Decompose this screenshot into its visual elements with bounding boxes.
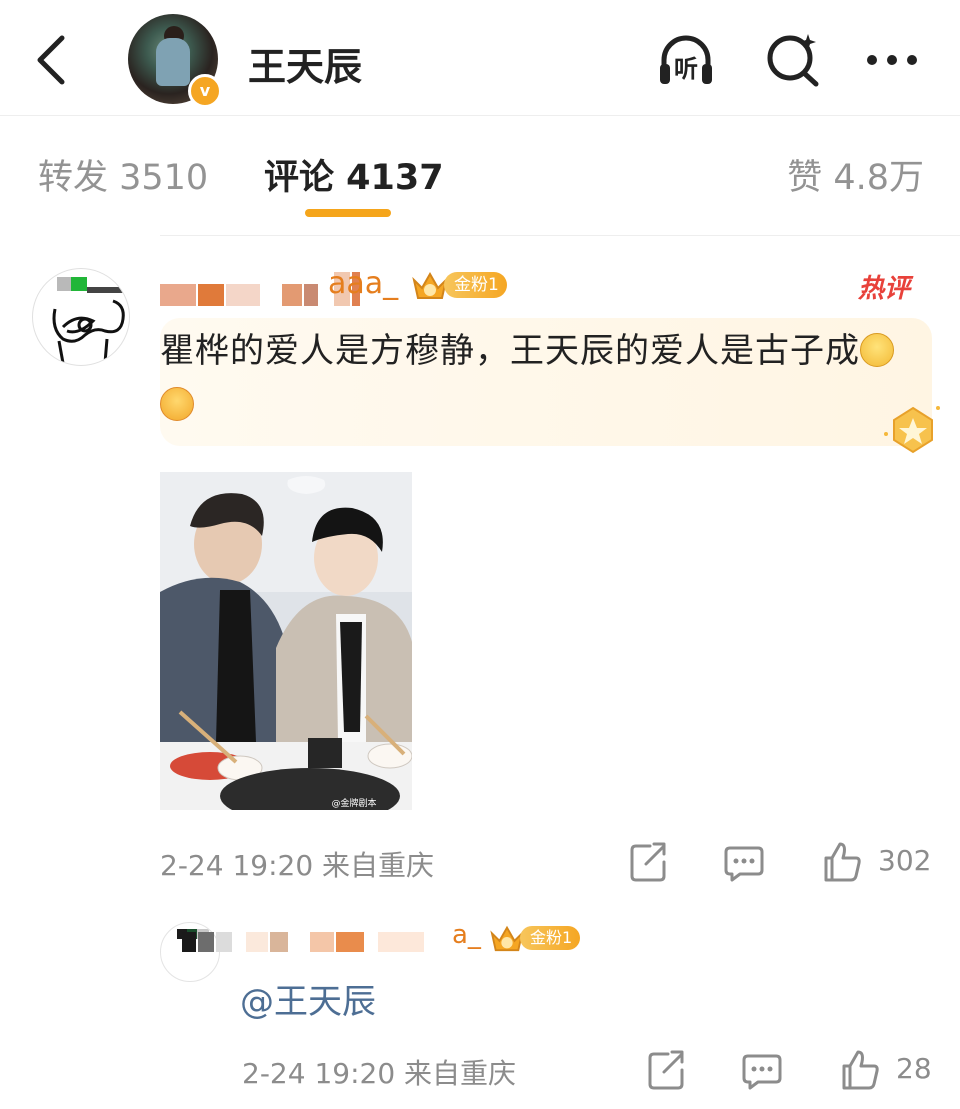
fan-level-badge: 金粉1 <box>410 268 507 302</box>
divider <box>160 235 960 236</box>
active-tab-indicator <box>305 209 391 217</box>
reply-location: 来自重庆 <box>404 1057 517 1090</box>
tab-repost[interactable]: 转发 3510 <box>38 149 208 200</box>
comment-meta: 2-24 19:20 来自重庆 <box>160 844 434 884</box>
verified-badge: v <box>188 74 222 108</box>
page-title: 王天辰 <box>248 45 363 89</box>
listen-headphones-icon[interactable]: 听 <box>656 30 716 88</box>
like-thumb-icon[interactable] <box>822 838 862 884</box>
top-bar: v 王天辰 听 <box>0 0 960 116</box>
photo-watermark: @金牌剧本 <box>331 797 376 809</box>
back-chevron-icon[interactable] <box>28 30 76 90</box>
reply-like-count: 28 <box>896 1052 932 1085</box>
tab-comments[interactable]: 评论 4137 <box>264 149 444 200</box>
comment-body: 瞿桦的爱人是方穆静，王天辰的爱人是古子成 <box>160 331 860 371</box>
search-icon[interactable] <box>764 30 824 88</box>
share-icon[interactable] <box>628 838 668 884</box>
replier-name-visible[interactable]: a_ <box>452 920 481 950</box>
comment-timestamp: 2-24 19:20 <box>160 849 314 882</box>
tab-likes[interactable]: 赞 4.8万 <box>787 149 924 200</box>
listen-label: 听 <box>674 55 698 83</box>
reply-comment-bubble-icon[interactable] <box>742 1046 782 1092</box>
hot-comment-tag: 热评 <box>858 274 911 304</box>
commenter-name-visible[interactable]: aaa_ <box>328 266 398 301</box>
comment-text: 瞿桦的爱人是方穆静，王天辰的爱人是古子成 <box>160 324 900 432</box>
reply-fan-level-badge: 金粉1 <box>488 922 581 954</box>
commenter-avatar[interactable] <box>32 268 130 366</box>
replier-name-redacted[interactable] <box>182 930 426 954</box>
comment-location: 来自重庆 <box>322 849 435 882</box>
more-dots-icon[interactable] <box>862 30 922 88</box>
reply-mention-link[interactable]: @王天辰 <box>240 974 376 1023</box>
reply-fan-badge-label: 金粉1 <box>520 926 581 950</box>
fan-badge-label: 金粉1 <box>444 272 507 298</box>
comment-like-count: 302 <box>878 844 932 877</box>
reply-meta: 2-24 19:20 来自重庆 <box>242 1052 516 1092</box>
reply-timestamp: 2-24 19:20 <box>242 1057 396 1090</box>
nerd-glasses-emoji-icon <box>860 333 894 367</box>
heart-eyes-emoji-icon <box>160 387 194 421</box>
comment-bubble-icon[interactable] <box>724 838 764 884</box>
comment-photo[interactable]: @金牌剧本 <box>160 472 412 810</box>
tab-bar: 转发 3510 评论 4137 赞 4.8万 <box>0 117 960 227</box>
star-medal-icon <box>884 406 940 454</box>
reply-share-icon[interactable] <box>646 1046 686 1092</box>
reply-like-thumb-icon[interactable] <box>840 1046 880 1092</box>
